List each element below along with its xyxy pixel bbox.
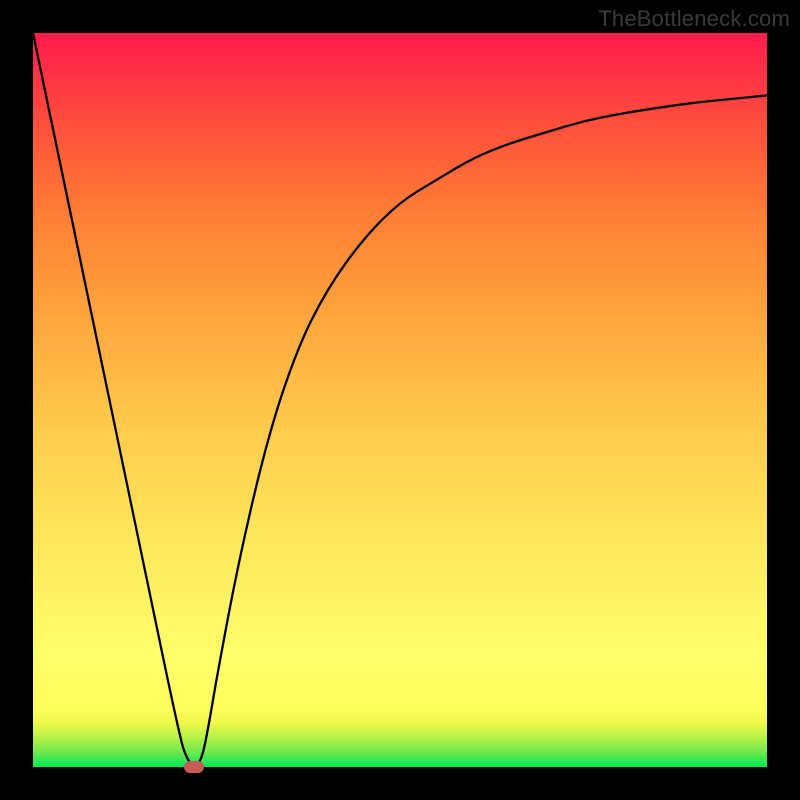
minimum-marker: [184, 761, 204, 773]
chart-frame: TheBottleneck.com: [0, 0, 800, 800]
watermark-text: TheBottleneck.com: [598, 6, 790, 32]
plot-area: [33, 33, 767, 767]
bottleneck-curve: [33, 33, 767, 767]
